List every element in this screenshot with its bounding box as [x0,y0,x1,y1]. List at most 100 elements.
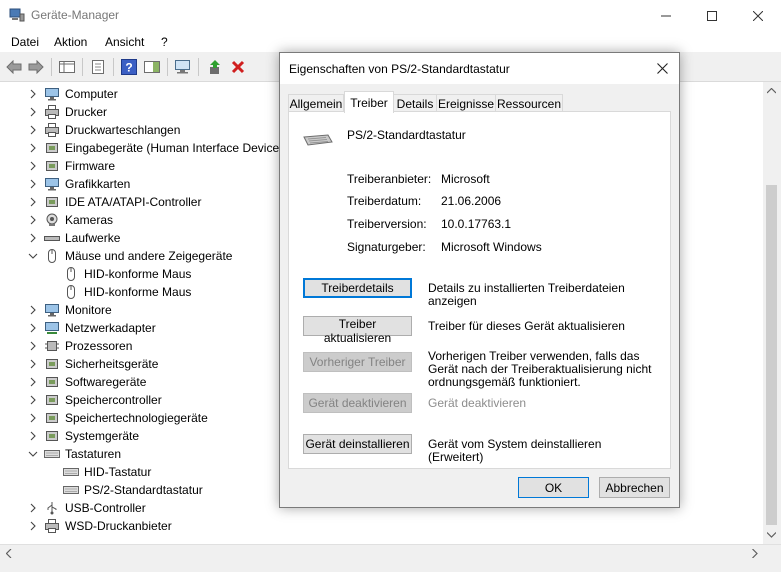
tree-item-label: IDE ATA/ATAPI-Controller [65,195,202,209]
tree-category-item[interactable]: WSD-Druckanbieter [0,517,763,535]
keyboard-icon [63,483,79,497]
chevron-right-icon[interactable] [28,197,38,207]
back-button[interactable] [5,58,23,76]
driver-provider-label: Treiberanbieter: [347,172,432,186]
tree-item-label: Eingabegeräte (Human Interface Devices) [65,141,290,155]
chevron-right-icon[interactable] [28,503,38,513]
chevron-right-icon[interactable] [28,521,38,531]
chevron-right-icon[interactable] [28,143,38,153]
help-icon: ? [121,59,137,75]
uninstall-device-button[interactable] [229,58,247,76]
tree-item-label: Druckwarteschlangen [65,123,181,137]
chevron-right-icon[interactable] [28,413,38,423]
update-driver-icon [210,60,220,74]
tree-item-label: Tastaturen [65,447,122,461]
chevron-right-icon[interactable] [28,179,38,189]
horizontal-scrollbar[interactable] [0,544,781,562]
scroll-right-icon [752,549,758,558]
tree-item-label: Monitore [65,303,112,317]
roll-back-driver-button[interactable]: Vorheriger Treiber [303,352,412,372]
chevron-right-icon[interactable] [28,431,38,441]
update-driver-button[interactable] [206,58,224,76]
device-name: PS/2-Standardtastatur [347,128,466,142]
chevron-right-icon[interactable] [28,161,38,171]
menu-help[interactable]: ? [161,35,168,49]
driver-provider-value: Microsoft [441,172,490,186]
scan-hardware-button[interactable] [174,58,192,76]
maximize-button[interactable] [689,0,735,31]
driver-version-value: 10.0.17763.1 [441,217,512,231]
system-device-icon [44,429,60,443]
vertical-scroll-thumb[interactable] [766,185,777,525]
close-button[interactable] [735,0,781,31]
update-driver-button[interactable]: Treiber aktualisieren [303,316,412,345]
chevron-right-icon[interactable] [28,341,38,351]
window-title: Geräte-Manager [31,8,120,22]
monitor-icon [44,303,60,317]
printer-icon [44,519,60,533]
chevron-right-icon[interactable] [28,323,38,333]
storage-technology-icon [44,411,60,425]
scan-hardware-icon [175,60,190,74]
tree-item-label: Prozessoren [65,339,133,353]
uninstall-device-description: Gerät vom System deinstallieren (Erweite… [428,437,602,464]
menu-aktion[interactable]: Aktion [54,35,87,49]
properties-button[interactable] [89,58,107,76]
minimize-icon [661,15,671,16]
forward-button[interactable] [27,58,45,76]
maximize-icon [707,10,717,21]
ok-button[interactable]: OK [518,477,589,498]
ide-controller-icon [44,195,60,209]
chevron-right-icon[interactable] [28,215,38,225]
usb-icon [44,501,60,515]
action-pane-icon [144,61,160,73]
menu-bar: Datei Aktion Ansicht ? [0,31,781,52]
driver-date-value: 21.06.2006 [441,194,502,208]
chevron-right-icon[interactable] [28,305,38,315]
tree-item-label: Computer [65,87,118,101]
mouse-icon [63,285,79,299]
chevron-right-icon[interactable] [28,107,38,117]
keyboard-icon [44,447,60,461]
uninstall-device-button[interactable]: Gerät deinstallieren [303,434,412,454]
tab-details[interactable]: Details [393,94,437,112]
chevron-right-icon[interactable] [28,233,38,243]
tree-item-label: Systemgeräte [65,429,140,443]
camera-icon [44,213,60,227]
tree-item-label: USB-Controller [65,501,146,515]
console-tree-icon [59,61,75,73]
arrow-left-icon [6,60,22,74]
dialog-close-button[interactable] [645,53,679,84]
tab-ereignisse[interactable]: Ereignisse [436,94,496,112]
dialog-title: Eigenschaften von PS/2-Standardtastatur [289,62,510,76]
driver-details-button[interactable]: Treiberdetails [303,278,412,298]
help-button[interactable]: ? [120,58,138,76]
chevron-right-icon[interactable] [28,89,38,99]
tab-allgemein[interactable]: Allgemein [288,94,344,112]
disk-drive-icon [44,231,60,245]
vertical-scrollbar[interactable] [763,82,780,544]
tab-treiber[interactable]: Treiber [344,91,394,113]
chevron-down-icon[interactable] [28,251,38,261]
driver-details-description: Details zu installierten Treiberdateien … [428,281,625,308]
red-x-icon [231,60,245,74]
display-adapter-icon [44,177,60,191]
minimize-button[interactable] [643,0,689,31]
cancel-button[interactable]: Abbrechen [599,477,670,498]
tree-item-label: Speichertechnologiegeräte [65,411,208,425]
chevron-right-icon[interactable] [28,359,38,369]
properties-icon [92,60,104,74]
tree-item-label: Firmware [65,159,115,173]
printer-icon [44,105,60,119]
action-pane-button[interactable] [143,58,161,76]
chevron-right-icon[interactable] [28,377,38,387]
chevron-right-icon[interactable] [28,395,38,405]
chevron-down-icon[interactable] [28,449,38,459]
menu-datei[interactable]: Datei [11,35,39,49]
menu-ansicht[interactable]: Ansicht [105,35,144,49]
show-hide-console-tree-button[interactable] [58,58,76,76]
tab-ressourcen[interactable]: Ressourcen [495,94,563,112]
chevron-right-icon[interactable] [28,125,38,135]
tree-item-label: Sicherheitsgeräte [65,357,159,371]
disable-device-button[interactable]: Gerät deaktivieren [303,393,412,413]
